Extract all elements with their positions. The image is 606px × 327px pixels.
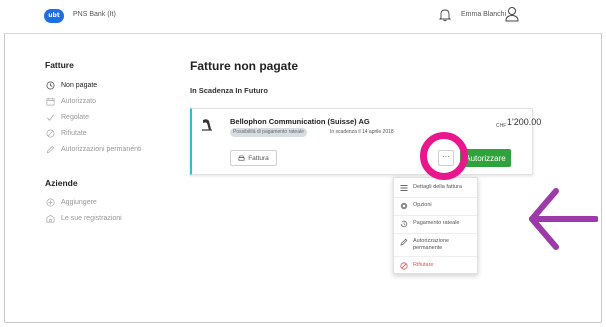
pen-icon [45,144,55,154]
bank-name: PNS Bank (It) [73,11,116,18]
list-icon [400,184,408,192]
menu-item-permanent-authorization[interactable]: Autorizzazione permanente [400,238,460,252]
menu-item-label: Opzioni [413,202,432,208]
sidebar-item-label: Non pagate [61,81,98,89]
printer-icon [238,155,245,161]
sidebar-item-label: Autorizzato [61,97,97,105]
bell-icon[interactable] [438,8,452,22]
ban-icon [45,128,55,138]
menu-item-label: Pagamento rateale [413,220,460,226]
options-dropdown: Dettagli della fattura Opzioni Pagamento… [393,177,478,274]
clock-icon [45,80,55,90]
menu-item-options[interactable]: Opzioni [400,202,432,210]
menu-item-label: Autorizzazione permanente [413,238,450,251]
sidebar-section-aziende: Aziende [45,178,78,188]
menu-separator [394,197,477,198]
highlight-circle [420,132,468,180]
sidebar-item-label: Autorizzazioni permanenti [61,145,142,153]
user-icon[interactable] [505,6,519,22]
sidebar-item-regolate[interactable]: Regolate [45,111,89,123]
sidebar-item-autorizzazioni-permanenti[interactable]: Autorizzazioni permanenti [45,143,142,155]
currency-label: CHF [496,123,507,129]
building-icon [45,213,55,223]
installment-badge: Possibilità di pagamento rateale [230,128,307,137]
menu-item-label: Dettagli della fattura [413,184,462,190]
section-label: In Scadenza In Futuro [190,86,268,95]
company-name: Bellophon Communication (Suisse) AG [230,117,370,126]
calendar-icon [45,96,55,106]
invoice-button-label: Fattura [248,154,269,162]
menu-item-label: Rifiutare [413,262,434,268]
menu-item-reject[interactable]: Rifiutare [400,262,433,270]
menu-separator [394,256,477,257]
menu-item-installment[interactable]: Pagamento rateale [400,220,459,228]
menu-item-invoice-details[interactable]: Dettagli della fattura [400,184,462,192]
invoice-amount: 1'200.00 [507,117,542,127]
due-date: In scadenza il 14 aprile 2018 [330,129,394,135]
page-title: Fatture non pagate [190,59,299,73]
sidebar-item-label: Aggiungere [61,198,97,206]
bank-logo[interactable]: ubt [44,9,64,23]
menu-separator [394,233,477,234]
sidebar-item-rifiutate[interactable]: Rifiutate [45,127,87,139]
sidebar-item-label: Regolate [61,113,90,121]
menu-separator [394,215,477,216]
sidebar-item-autorizzato[interactable]: Autorizzato [45,95,96,107]
gear-icon [400,202,408,210]
ban-icon [400,262,408,270]
sidebar-item-aggiungere[interactable]: Aggiungere [45,196,97,208]
company-logo-icon [202,119,212,131]
pointer-arrow-icon [529,188,598,250]
invoice-button[interactable]: Fattura [230,150,277,166]
sidebar-item-label: Le sue registrazioni [61,214,122,222]
user-name[interactable]: Emma Blanchi [461,11,506,18]
plus-circle-icon [45,197,55,207]
sidebar-item-label: Rifiutate [61,129,87,137]
check-icon [45,112,55,122]
sidebar-item-registrazioni[interactable]: Le sue registrazioni [45,212,122,224]
history-icon [400,220,408,228]
sidebar-item-non-pagate[interactable]: Non pagate [45,79,97,91]
sidebar-section-fatture: Fatture [45,60,74,70]
pen-icon [400,238,408,246]
